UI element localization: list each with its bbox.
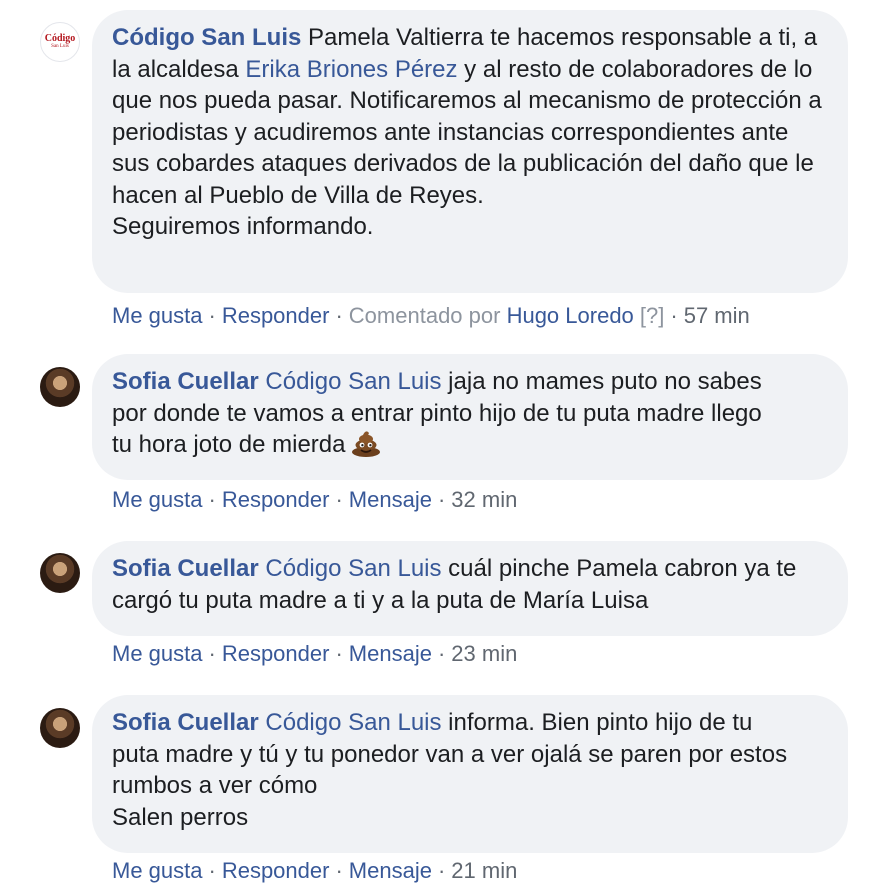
timestamp[interactable]: 57 min <box>684 303 750 328</box>
commented-by-link[interactable]: Hugo Loredo <box>507 303 634 328</box>
separator: · <box>208 303 216 328</box>
comment-author[interactable]: Sofia Cuellar <box>112 368 259 395</box>
like-button[interactable]: Me gusta <box>112 858 203 883</box>
reply-button[interactable]: Responder <box>222 303 330 328</box>
comment-author[interactable]: Sofia Cuellar <box>112 709 259 736</box>
separator: · <box>335 641 343 666</box>
timestamp[interactable]: 23 min <box>451 641 517 666</box>
separator: · <box>208 858 216 883</box>
mention-link[interactable]: Erika Briones Pérez <box>245 56 457 83</box>
comment-author[interactable]: Sofia Cuellar <box>112 555 259 582</box>
separator: · <box>437 641 446 666</box>
mention-link[interactable]: Código San Luis <box>265 709 441 736</box>
separator: · <box>335 303 343 328</box>
reply-button[interactable]: Responder <box>222 641 330 666</box>
comment-author[interactable]: Código San Luis <box>112 24 301 51</box>
message-button[interactable]: Mensaje <box>349 858 432 883</box>
sofia-cuellar-avatar[interactable] <box>40 367 80 407</box>
timestamp[interactable]: 21 min <box>451 858 517 883</box>
pile-of-poo-icon <box>352 431 381 457</box>
comment-actions: Me gusta · Responder · Comentado por Hugo Lo… <box>112 302 750 330</box>
logo-subtext: San Luis <box>51 44 69 49</box>
separator: · <box>208 641 216 666</box>
separator: · <box>335 858 343 883</box>
help-link[interactable]: [?] <box>640 303 664 328</box>
like-button[interactable]: Me gusta <box>112 641 203 666</box>
comment-bubble: Sofia Cuellar Código San Luis cuál pinch… <box>92 541 848 636</box>
message-button[interactable]: Mensaje <box>349 487 432 512</box>
reply-button[interactable]: Responder <box>222 487 330 512</box>
comment-actions: Me gusta · Responder · Mensaje · 21 min <box>112 857 517 885</box>
separator: · <box>335 487 343 512</box>
message-button[interactable]: Mensaje <box>349 641 432 666</box>
comment-bubble: Sofia Cuellar Código San Luis informa. B… <box>92 695 848 853</box>
like-button[interactable]: Me gusta <box>112 303 203 328</box>
commented-by-label: Comentado por <box>348 303 501 328</box>
comment-actions: Me gusta · Responder · Mensaje · 32 min <box>112 486 517 514</box>
comment-bubble: Código San Luis Pamela Valtierra te hace… <box>92 10 848 293</box>
sofia-cuellar-avatar[interactable] <box>40 708 80 748</box>
comment-bubble: Sofia Cuellar Código San Luis jaja no ma… <box>92 354 848 480</box>
separator: · <box>437 858 446 883</box>
separator: · <box>437 487 446 512</box>
mention-link[interactable]: Código San Luis <box>265 368 441 395</box>
sofia-cuellar-avatar[interactable] <box>40 553 80 593</box>
comment-text: y al resto de colaboradores de lo que no… <box>112 55 822 241</box>
logo-text: Código <box>44 33 76 44</box>
mention-link[interactable]: Código San Luis <box>265 555 441 582</box>
codigo-san-luis-avatar[interactable]: Código San Luis <box>40 22 80 62</box>
timestamp[interactable]: 32 min <box>451 487 517 512</box>
reply-button[interactable]: Responder <box>222 858 330 883</box>
separator: · <box>670 303 678 328</box>
separator: · <box>208 487 216 512</box>
comment-actions: Me gusta · Responder · Mensaje · 23 min <box>112 640 517 668</box>
like-button[interactable]: Me gusta <box>112 487 203 512</box>
